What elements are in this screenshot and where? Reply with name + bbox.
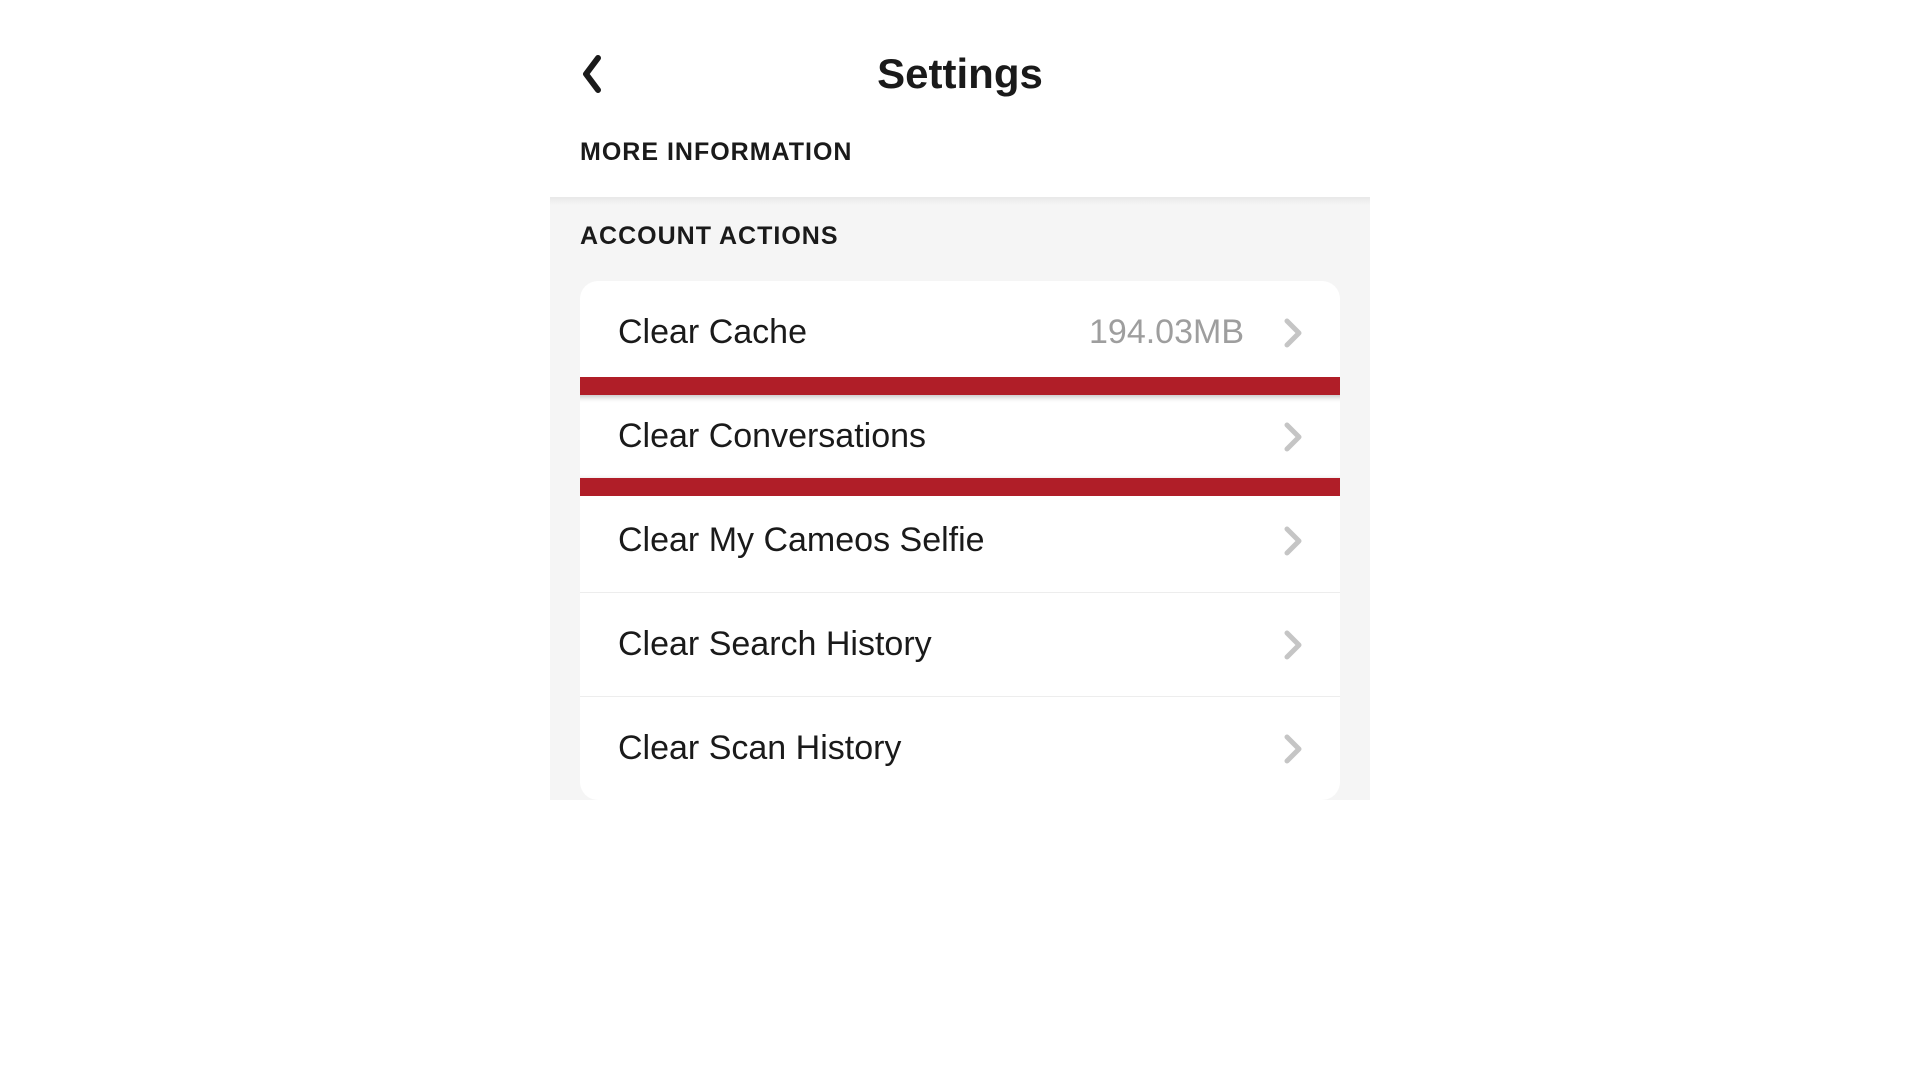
account-actions-list: Clear Cache 194.03MB Clear Conversations… xyxy=(580,281,1340,800)
clear-search-row[interactable]: Clear Search History xyxy=(580,593,1340,697)
clear-cache-value: 194.03MB xyxy=(1089,313,1244,352)
chevron-right-icon xyxy=(1284,734,1302,764)
clear-cache-row[interactable]: Clear Cache 194.03MB xyxy=(580,281,1340,385)
back-button[interactable] xyxy=(580,54,604,94)
clear-cameos-label: Clear My Cameos Selfie xyxy=(618,521,1284,560)
chevron-right-icon xyxy=(1284,318,1302,348)
chevron-right-icon xyxy=(1284,630,1302,660)
clear-cache-label: Clear Cache xyxy=(618,313,1089,352)
chevron-right-icon xyxy=(1284,526,1302,556)
grey-section: ACCOUNT ACTIONS Clear Cache 194.03MB Cle… xyxy=(550,197,1370,800)
clear-scan-label: Clear Scan History xyxy=(618,729,1284,768)
settings-screen: Settings MORE INFORMATION ACCOUNT ACTION… xyxy=(550,40,1370,800)
clear-conversations-row[interactable]: Clear Conversations xyxy=(580,385,1340,489)
header: Settings xyxy=(550,40,1370,128)
clear-search-label: Clear Search History xyxy=(618,625,1284,664)
section-label-more-information: MORE INFORMATION xyxy=(550,128,1370,197)
clear-scan-row[interactable]: Clear Scan History xyxy=(580,697,1340,800)
chevron-right-icon xyxy=(1284,422,1302,452)
section-label-account-actions: ACCOUNT ACTIONS xyxy=(550,222,1370,281)
page-title: Settings xyxy=(570,50,1350,98)
clear-cameos-row[interactable]: Clear My Cameos Selfie xyxy=(580,489,1340,593)
back-icon xyxy=(580,54,604,94)
clear-conversations-label: Clear Conversations xyxy=(618,417,1284,456)
